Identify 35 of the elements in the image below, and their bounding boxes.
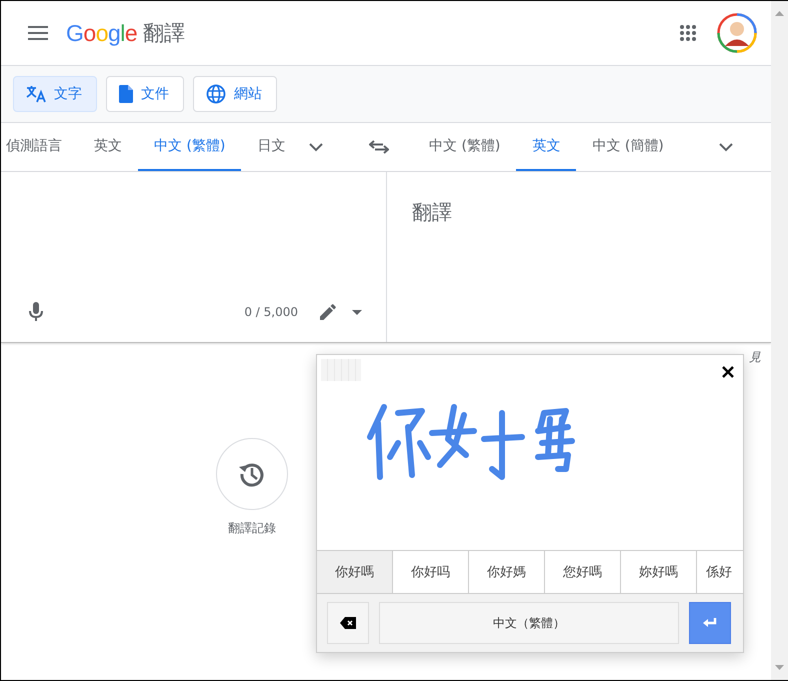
history-label: 翻譯記錄 (228, 520, 276, 537)
swap-icon[interactable] (369, 140, 389, 154)
language-tab[interactable]: 中文 (繁體) (413, 123, 516, 171)
backspace-button[interactable] (327, 602, 369, 644)
mode-tab[interactable]: 文件 (106, 76, 184, 112)
translation-output-field[interactable]: 翻譯 (387, 172, 771, 342)
apps-grid-icon[interactable] (679, 24, 697, 42)
language-tab[interactable]: 英文 (516, 123, 576, 171)
logo[interactable]: Google (66, 20, 138, 46)
language-tab[interactable]: 日文 (241, 123, 302, 171)
enter-icon (703, 618, 717, 628)
globe-icon (206, 84, 226, 104)
language-tab[interactable]: 中文 (繁體) (138, 123, 242, 171)
language-tab[interactable]: 偵測語言 (1, 123, 78, 171)
pencil-icon[interactable] (320, 304, 336, 320)
language-tab[interactable]: 中文 (簡體) (576, 123, 680, 171)
document-icon (119, 85, 133, 103)
translate-icon (26, 85, 46, 103)
close-icon[interactable] (722, 366, 734, 378)
dropdown-icon[interactable] (352, 310, 362, 314)
app-title: 翻譯 (143, 20, 186, 47)
chevron-down-icon[interactable] (309, 142, 324, 152)
candidate-button[interactable]: 你好嗎 (317, 551, 393, 593)
backspace-icon (340, 617, 356, 629)
avatar[interactable] (717, 13, 757, 53)
enter-button[interactable] (689, 602, 731, 644)
microphone-icon[interactable] (29, 302, 43, 322)
chevron-down-icon[interactable] (719, 142, 733, 152)
language-tab[interactable]: 英文 (78, 123, 138, 171)
mode-tab[interactable]: 網站 (193, 76, 277, 112)
character-count: 0 / 5,000 (244, 305, 298, 319)
menu-icon[interactable] (28, 26, 48, 40)
feedback-link[interactable]: 見 (749, 349, 761, 366)
mode-tab[interactable]: 文字 (13, 76, 97, 112)
language-button[interactable]: 中文（繁體） (379, 602, 679, 644)
